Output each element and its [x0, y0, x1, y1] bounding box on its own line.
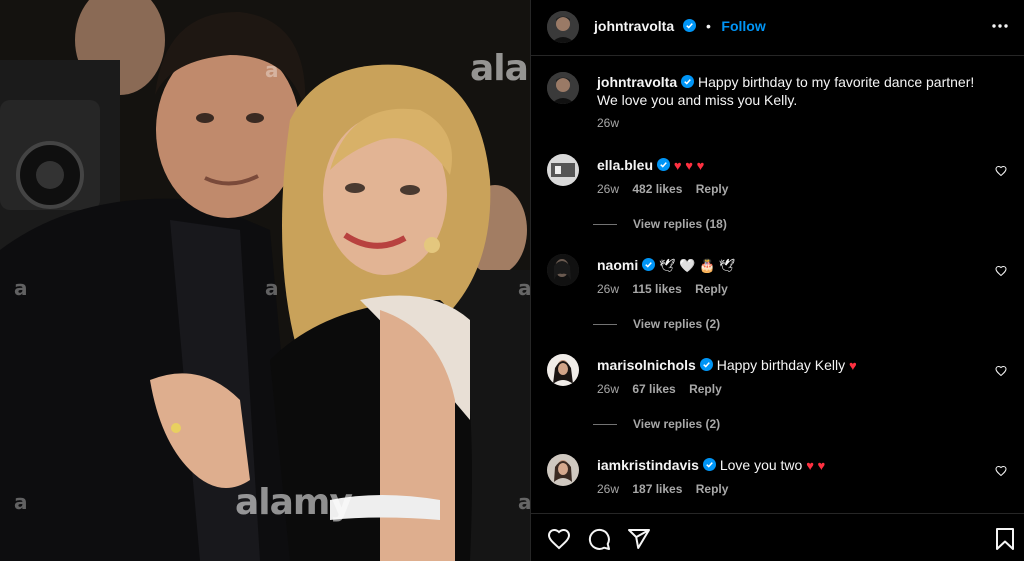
- heart-icon[interactable]: [995, 365, 1007, 377]
- verified-badge-icon: [657, 158, 671, 171]
- watermark-a-5: a: [518, 276, 530, 300]
- heart-icon[interactable]: [995, 465, 1007, 477]
- comment-text-block: iamkristindavis Love you two ♥ ♥: [597, 456, 987, 475]
- comment-meta: 26w 187 likes Reply: [597, 482, 738, 496]
- separator-dot: •: [706, 18, 711, 34]
- reply-button[interactable]: Reply: [695, 282, 728, 296]
- author-username[interactable]: johntravolta: [594, 18, 674, 34]
- post-side-panel: johntravolta • Follow johntravolta Happy…: [530, 0, 1024, 561]
- comment-text-block: marisolnichols Happy birthday Kelly ♥: [597, 356, 987, 375]
- verified-badge-icon: [642, 258, 656, 271]
- comment-likes[interactable]: 187 likes: [632, 482, 682, 496]
- heart-icon[interactable]: [995, 265, 1007, 277]
- view-replies-button[interactable]: View replies (2): [593, 417, 720, 431]
- comment-item: naomi 🕊 🤍 🎂 🕊 26w 115 likes Reply View r…: [547, 254, 1007, 334]
- verified-badge-icon: [702, 458, 716, 471]
- post-actions-bar: [531, 513, 1024, 561]
- commenter-avatar[interactable]: [547, 154, 579, 186]
- share-icon[interactable]: [627, 527, 651, 551]
- author-line: johntravolta • Follow: [594, 18, 766, 36]
- comment-likes[interactable]: 482 likes: [632, 182, 682, 196]
- caption: johntravolta Happy birthday to my favori…: [547, 72, 1007, 132]
- comment-emoji: ♥ ♥: [806, 458, 826, 473]
- comment-meta: 26w 115 likes Reply: [597, 282, 738, 296]
- comment-time: 26w: [597, 182, 620, 196]
- view-replies-line: [593, 424, 617, 426]
- commenter-avatar[interactable]: [547, 254, 579, 286]
- follow-button[interactable]: Follow: [721, 18, 765, 34]
- comment-time: 26w: [597, 382, 620, 396]
- watermark-a-6: a: [518, 490, 530, 514]
- comment-text: Happy birthday Kelly: [716, 357, 846, 373]
- verified-badge-icon: [681, 75, 695, 88]
- comment-time: 26w: [597, 282, 620, 296]
- comment-emoji: ♥: [849, 358, 857, 373]
- watermark-a-2: a: [265, 276, 279, 300]
- comment-text-block: ella.bleu ♥ ♥ ♥: [597, 156, 987, 175]
- comment-emoji: ♥ ♥ ♥: [673, 158, 705, 173]
- view-replies-button[interactable]: View replies (18): [593, 217, 727, 231]
- commenter-username[interactable]: iamkristindavis: [597, 457, 699, 473]
- post-photo[interactable]: alamy alamy a a a a a a: [0, 0, 530, 561]
- view-replies-line: [593, 224, 617, 226]
- comment-likes[interactable]: 67 likes: [632, 382, 675, 396]
- commenter-avatar[interactable]: [547, 354, 579, 386]
- view-replies-label: View replies (2): [633, 417, 721, 431]
- comment-text: Love you two: [719, 457, 803, 473]
- author-avatar[interactable]: [547, 11, 579, 43]
- caption-time: 26w: [597, 116, 620, 130]
- watermark-alamy-top: alamy: [470, 48, 530, 89]
- comment-meta: 26w 67 likes Reply: [597, 382, 732, 396]
- comment-text-block: naomi 🕊 🤍 🎂 🕊: [597, 256, 987, 275]
- reply-button[interactable]: Reply: [696, 482, 729, 496]
- comment-meta: 26w 482 likes Reply: [597, 182, 738, 196]
- view-replies-label: View replies (18): [633, 217, 727, 231]
- caption-author-avatar[interactable]: [547, 72, 579, 104]
- reply-button[interactable]: Reply: [689, 382, 722, 396]
- caption-meta: 26w: [597, 116, 629, 130]
- verified-badge-icon: [699, 358, 713, 371]
- heart-icon[interactable]: [547, 527, 571, 551]
- comment-item: marisolnichols Happy birthday Kelly ♥ 26…: [547, 354, 1007, 434]
- reply-button[interactable]: Reply: [696, 182, 729, 196]
- view-replies-line: [593, 324, 617, 326]
- comment-likes[interactable]: 115 likes: [632, 282, 681, 296]
- verified-badge-icon: [682, 19, 696, 32]
- more-options-icon[interactable]: [991, 17, 1009, 35]
- comment-item: ella.bleu ♥ ♥ ♥ 26w 482 likes Reply View…: [547, 154, 1007, 234]
- comment-time: 26w: [597, 482, 620, 496]
- caption-username[interactable]: johntravolta: [597, 74, 677, 90]
- bookmark-icon[interactable]: [993, 527, 1017, 551]
- comment-emoji: 🕊 🤍 🎂 🕊: [659, 258, 736, 273]
- commenter-avatar[interactable]: [547, 454, 579, 486]
- watermark-a-1: a: [14, 276, 28, 300]
- watermark-alamy-bottom: alamy: [235, 482, 353, 523]
- view-replies-label: View replies (2): [633, 317, 721, 331]
- post-header: johntravolta • Follow: [531, 0, 1024, 56]
- caption-text-block: johntravolta Happy birthday to my favori…: [597, 73, 987, 109]
- heart-icon[interactable]: [995, 165, 1007, 177]
- commenter-username[interactable]: naomi: [597, 257, 638, 273]
- commenter-username[interactable]: marisolnichols: [597, 357, 696, 373]
- watermark-a-3: a: [265, 58, 279, 82]
- comment-icon[interactable]: [587, 527, 611, 551]
- comment-item: iamkristindavis Love you two ♥ ♥ 26w 187…: [547, 454, 1007, 502]
- commenter-username[interactable]: ella.bleu: [597, 157, 653, 173]
- view-replies-button[interactable]: View replies (2): [593, 317, 720, 331]
- watermark-a-4: a: [14, 490, 28, 514]
